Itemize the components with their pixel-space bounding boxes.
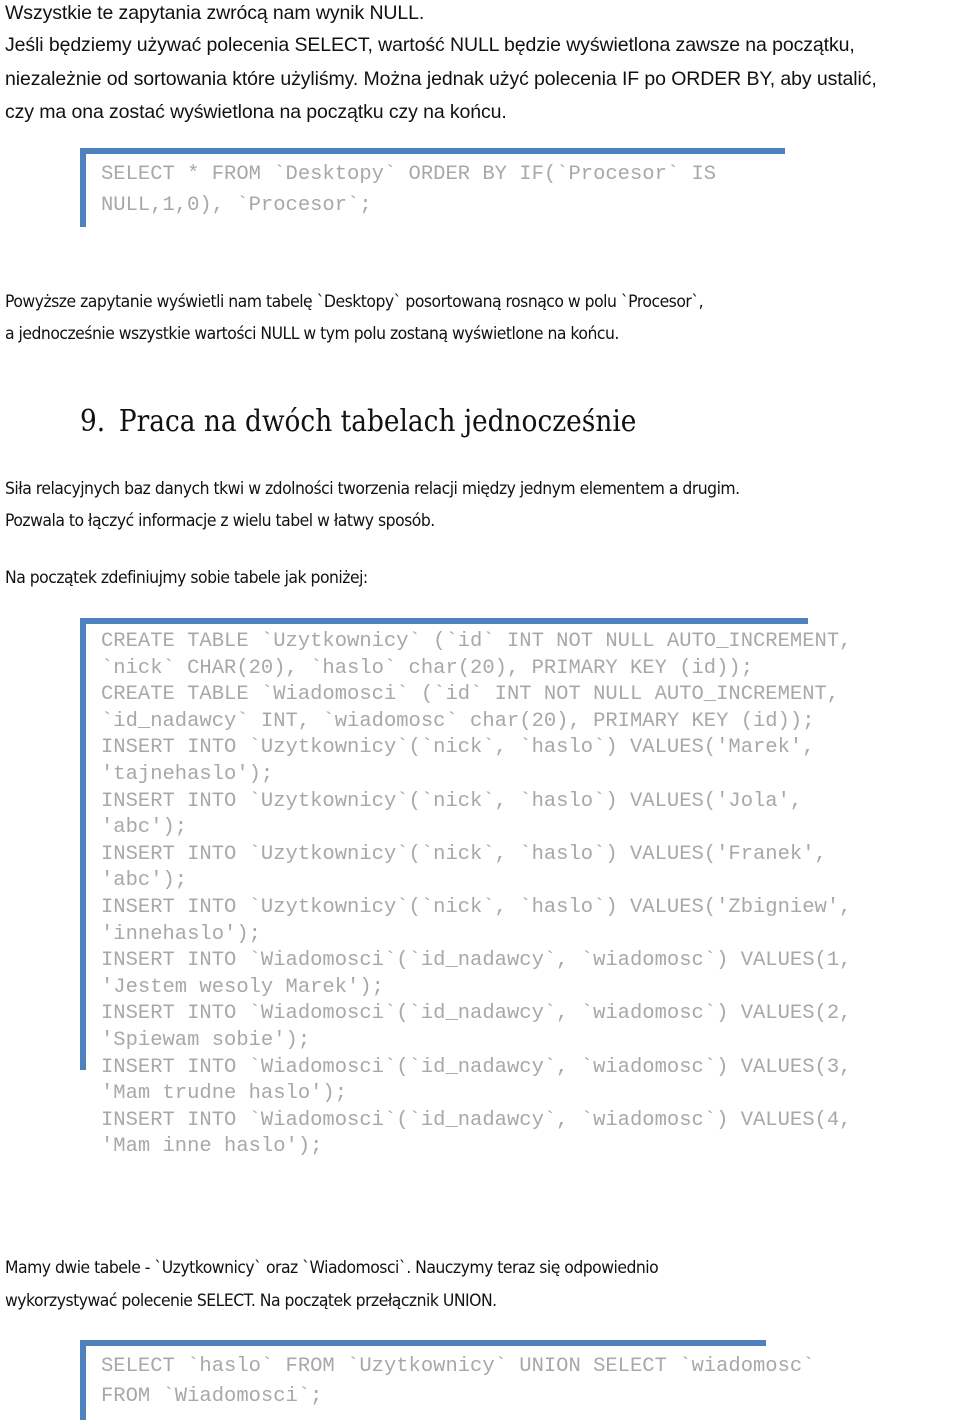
outro-line: wykorzystywać polecenie SELECT. Na począ… [5,1291,497,1311]
code-line: INSERT INTO `Uzytkownicy`(`nick`, `haslo… [101,896,852,919]
intro-line: niezależnie od sortowania które użyliśmy… [5,68,877,90]
code-block-left-border [80,1340,86,1420]
code-line: INSERT INTO `Wiadomosci`(`id_nadawcy`, `… [101,1055,852,1079]
code-block-left-border [80,148,86,227]
code-block-left-border [80,618,86,1070]
section-number: 9. [80,404,106,439]
code-line: INSERT INTO `Wiadomosci`(`id_nadawcy`, `… [101,1108,852,1132]
code-block-top-border [80,148,785,154]
intro-line: Wszystkie te zapytania zwrócą nam wynik … [5,2,425,24]
section-title: Praca na dwóch tabelach jednocześnie [118,404,637,439]
code-line: `id_nadawcy` INT, `wiadomosc` char(20), … [101,709,815,733]
explanation-line: a jednocześnie wszystkie wartości NULL w… [5,324,619,344]
code-line: 'Mam inne haslo'); [101,1135,323,1159]
code-line: 'abc'); [101,869,188,893]
code-block-top-border [80,618,808,624]
code-line: NULL,1,0), `Procesor`; [101,194,372,217]
code-line: CREATE TABLE `Uzytkownicy` (`id` INT NOT… [101,630,852,653]
explanation-line: Powyższe zapytanie wyświetli nam tabelę … [5,292,704,312]
code-line: `nick` CHAR(20), `haslo` char(20), PRIMA… [101,656,754,680]
code-line: INSERT INTO `Uzytkownicy`(`nick`, `haslo… [101,789,803,813]
code-line: 'innehaslo'); [101,922,261,946]
code-line: CREATE TABLE `Wiadomosci` (`id` INT NOT … [101,683,840,707]
code-line: FROM `Wiadomosci`; [101,1385,323,1408]
outro-line: Mamy dwie tabele - `Uzytkownicy` oraz `W… [5,1258,659,1278]
intro-line: Jeśli będziemy używać polecenia SELECT, … [5,34,855,56]
code-line: 'Jestem wesoly Marek'); [101,975,384,999]
code-line: 'tajnehaslo'); [101,763,274,786]
code-line: SELECT * FROM `Desktopy` ORDER BY IF(`Pr… [101,163,717,186]
section-intro-line: Siła relacyjnych baz danych tkwi w zdoln… [5,479,740,499]
code-line: INSERT INTO `Uzytkownicy`(`nick`, `haslo… [101,842,827,866]
define-tables-line: Na początek zdefiniujmy sobie tabele jak… [5,568,368,588]
code-line: INSERT INTO `Wiadomosci`(`id_nadawcy`, `… [101,1002,852,1026]
code-line: 'Spiewam sobie'); [101,1029,311,1052]
code-block-top-border [80,1340,766,1346]
code-line: 'abc'); [101,816,188,840]
code-line: INSERT INTO `Uzytkownicy`(`nick`, `haslo… [101,736,815,760]
section-intro-line: Pozwala to łączyć informacje z wielu tab… [5,511,435,531]
intro-line: czy ma ona zostać wyświetlona na początk… [5,101,507,123]
code-line: SELECT `haslo` FROM `Uzytkownicy` UNION … [101,1355,815,1378]
code-line: 'Mam trudne haslo'); [101,1082,348,1106]
section-heading: 9. Praca na dwóch tabelach jednocześnie [80,404,636,439]
code-line: INSERT INTO `Wiadomosci`(`id_nadawcy`, `… [101,949,852,973]
